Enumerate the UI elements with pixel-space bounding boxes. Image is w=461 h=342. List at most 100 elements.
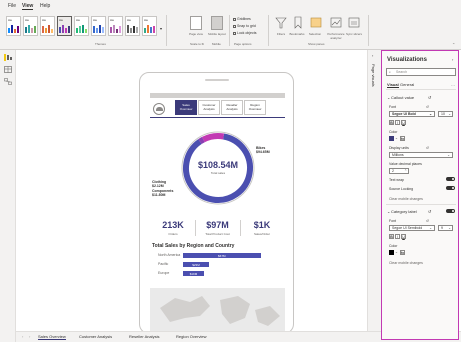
text-wrap-toggle[interactable] — [446, 177, 455, 181]
nav-tile-region-overview[interactable]: Region Overview — [244, 100, 266, 115]
nav-tile-sales-overview[interactable]: Sales Overview — [175, 100, 197, 115]
data-view-icon[interactable] — [4, 66, 12, 73]
source-locking-toggle[interactable] — [446, 186, 455, 190]
viz-search-input[interactable]: ⌕ Search — [386, 68, 456, 76]
chevron-down-icon[interactable]: ⌄ — [395, 136, 398, 140]
lock-objects-checkbox[interactable]: Lock objects — [233, 31, 256, 35]
display-units-select[interactable]: Millions ⌄ — [389, 152, 453, 158]
gridlines-checkbox[interactable]: Gridlines — [233, 17, 251, 21]
bold-button[interactable]: B — [389, 120, 394, 125]
tab-visual[interactable]: Visual — [387, 82, 399, 88]
region-label: Pacific — [158, 262, 169, 266]
sync-slicers-label: Sync slicers — [345, 32, 362, 36]
label-value: $94.65M — [256, 150, 270, 154]
tabs-next-icon[interactable]: › — [29, 334, 30, 339]
chevron-down-icon: ⌄ — [429, 226, 432, 230]
theme-sample-text: Aa — [144, 18, 148, 22]
page-visuals-pane-collapsed[interactable]: ‹ Page visuals — [367, 50, 381, 331]
expand-pane-icon[interactable]: ‹ — [372, 53, 373, 58]
page-options-label: Page options — [234, 42, 252, 46]
theme-thumb[interactable]: Aa — [142, 16, 157, 36]
fx-button[interactable]: fx — [400, 250, 405, 255]
report-top-bar — [150, 93, 285, 98]
category-reset-icon[interactable]: ↺ — [428, 209, 431, 214]
display-units-reset-icon[interactable]: ↺ — [426, 146, 429, 150]
sync-slicers-button[interactable] — [348, 16, 360, 30]
color-swatch[interactable] — [389, 250, 394, 255]
underline-button[interactable]: U — [401, 234, 406, 239]
page-tab-sales-overview[interactable]: Sales Overview — [38, 334, 66, 340]
tab-general[interactable]: General — [400, 82, 414, 87]
menu-view[interactable]: View — [22, 3, 34, 10]
bookmarks-button[interactable] — [292, 16, 304, 30]
kpi-sales-per-order-value: $1K — [253, 220, 271, 230]
report-canvas[interactable]: Sales Overview Customer Analysis Reselle… — [16, 50, 367, 334]
nav-tile-reseller-analysis[interactable]: Reseller Analysis — [221, 100, 243, 115]
clear-mobile-changes-link[interactable]: Clear mobile changes — [389, 261, 423, 265]
page-view-button[interactable] — [190, 16, 202, 30]
mobile-layout-button[interactable] — [211, 16, 223, 30]
sales-map[interactable] — [150, 288, 285, 331]
theme-sample-text: Aa — [25, 18, 29, 22]
tabs-prev-icon[interactable]: ‹ — [22, 334, 23, 339]
page-tab-reseller-analysis[interactable]: Reseller Analysis — [129, 334, 159, 339]
more-options-icon[interactable]: … — [451, 82, 455, 87]
scale-to-fit-label: Scale to fit — [190, 42, 205, 46]
theme-sample-text: Aa — [76, 18, 80, 22]
donut-total-value: $108.54M — [197, 160, 239, 170]
visualizations-title: Visualizations — [387, 57, 427, 63]
font-reset-icon[interactable]: ↺ — [426, 105, 429, 109]
report-view-icon[interactable] — [4, 54, 12, 61]
donut-total-caption: Total sales — [210, 171, 226, 175]
theme-sample-text: Aa — [42, 18, 46, 22]
mobile-report[interactable]: Sales Overview Customer Analysis Reselle… — [150, 93, 285, 331]
text-wrap-label: Text wrap — [389, 178, 404, 182]
pane-collapse-icon[interactable]: › — [452, 57, 453, 62]
menu-file[interactable]: File — [8, 3, 16, 9]
page-tab-customer-analysis[interactable]: Customer Analysis — [79, 334, 112, 339]
font-label: Font — [389, 219, 397, 223]
font-reset-icon[interactable]: ↺ — [426, 219, 429, 223]
model-view-icon[interactable] — [4, 78, 12, 85]
color-swatch[interactable] — [389, 136, 394, 141]
group-separator — [268, 15, 269, 46]
fx-button[interactable]: fx — [400, 136, 405, 141]
theme-thumb[interactable]: Aa — [74, 16, 89, 36]
snap-to-grid-checkbox[interactable]: Snap to grid — [233, 24, 256, 28]
italic-button[interactable]: I — [395, 120, 400, 125]
font-size-select[interactable]: 9 ⌄ — [438, 225, 453, 231]
decimal-places-input[interactable]: 2 ⌃ — [389, 168, 409, 174]
font-size-select[interactable]: 10 ⌄ — [438, 111, 453, 117]
callout-expand-icon[interactable]: ⌄ — [387, 95, 390, 100]
theme-thumb-selected[interactable]: Aa — [57, 16, 72, 36]
underline-button[interactable]: U — [401, 120, 406, 125]
selection-button[interactable] — [310, 16, 322, 30]
menu-help[interactable]: Help — [40, 3, 50, 9]
clear-mobile-changes-link[interactable]: Clear mobile changes — [389, 197, 423, 201]
page-tab-region-overview[interactable]: Region Overview — [176, 334, 206, 339]
category-section-title[interactable]: Category label — [391, 209, 417, 214]
category-label-toggle[interactable] — [446, 209, 455, 213]
nav-tile-customer-analysis[interactable]: Customer Analysis — [198, 100, 220, 115]
category-expand-icon[interactable]: ⌄ — [387, 209, 390, 214]
italic-button[interactable]: I — [395, 234, 400, 239]
performance-analyzer-button[interactable] — [330, 16, 342, 30]
theme-thumb[interactable]: Aa — [23, 16, 38, 36]
themes-gallery-expand-icon[interactable]: ▾ — [160, 26, 162, 31]
chevron-down-icon[interactable]: ⌄ — [395, 250, 398, 254]
font-family-select[interactable]: Segoe UI Bold ⌄ — [389, 111, 435, 117]
view-rail — [0, 50, 16, 342]
filters-button[interactable] — [275, 16, 287, 30]
font-family-value: Segoe UI Semibold — [392, 226, 423, 230]
theme-thumb[interactable]: Aa — [6, 16, 21, 36]
collapse-ribbon-icon[interactable]: ⌃ — [452, 42, 455, 47]
theme-thumb[interactable]: Aa — [125, 16, 140, 36]
theme-thumb[interactable]: Aa — [91, 16, 106, 36]
font-size-value: 9 — [441, 226, 443, 230]
bold-button[interactable]: B — [389, 234, 394, 239]
theme-thumb[interactable]: Aa — [40, 16, 55, 36]
callout-section-title[interactable]: Callout value — [391, 95, 414, 100]
theme-thumb[interactable]: Aa — [108, 16, 123, 36]
callout-reset-icon[interactable]: ↺ — [428, 95, 431, 100]
font-family-select[interactable]: Segoe UI Semibold ⌄ — [389, 225, 435, 231]
